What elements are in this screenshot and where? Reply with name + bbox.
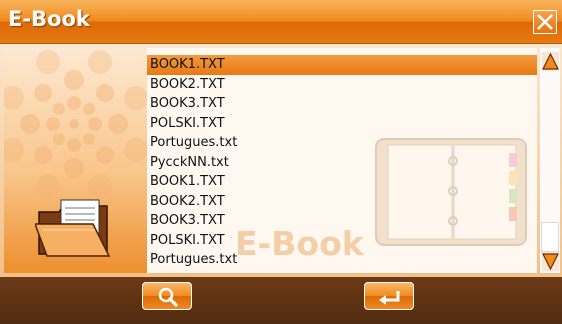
file-item[interactable]: POLSKI.TXT: [147, 231, 537, 251]
arrow-down-icon: [542, 253, 559, 271]
file-item[interactable]: PycckNN.txt: [147, 153, 537, 173]
search-button[interactable]: [142, 282, 192, 310]
file-list[interactable]: E-Book BOOK1.TXT BOOK2.TXT BOOK3.TXT POLSKI…: [147, 48, 537, 273]
scroll-thumb[interactable]: [541, 222, 559, 252]
scroll-up-button[interactable]: [542, 52, 559, 71]
ebook-window: E-Book E-Book BOOK1.TXT BOOK2.TXT BOOK3.…: [0, 0, 562, 324]
content-area: E-Book BOOK1.TXT BOOK2.TXT BOOK3.TXT POLSKI…: [0, 44, 562, 277]
bottom-toolbar: [0, 277, 562, 324]
close-icon: [537, 14, 553, 30]
title-bar: E-Book: [0, 0, 562, 44]
file-item[interactable]: Portugues.txt: [147, 250, 537, 270]
file-item[interactable]: BOOK2.TXT: [147, 75, 537, 95]
folder-panel: [4, 48, 147, 273]
file-item[interactable]: Portugues.txt: [147, 133, 537, 153]
magnifier-icon: [158, 287, 178, 307]
enter-button[interactable]: [364, 282, 414, 310]
file-item[interactable]: BOOK3.TXT: [147, 94, 537, 114]
file-item[interactable]: POLSKI.TXT: [147, 114, 537, 134]
scroll-down-button[interactable]: [542, 252, 559, 271]
arrow-up-icon: [542, 52, 559, 70]
file-item[interactable]: BOOK3.TXT: [147, 211, 537, 231]
file-item[interactable]: BOOK1.TXT: [147, 55, 537, 75]
window-title: E-Book: [8, 7, 90, 31]
file-item[interactable]: BOOK2.TXT: [147, 192, 537, 212]
close-button[interactable]: [533, 10, 557, 34]
file-item[interactable]: BOOK1.TXT: [147, 172, 537, 192]
enter-arrow-icon: [379, 291, 400, 305]
scrollbar[interactable]: [540, 48, 560, 273]
open-folder-icon: [35, 199, 111, 257]
